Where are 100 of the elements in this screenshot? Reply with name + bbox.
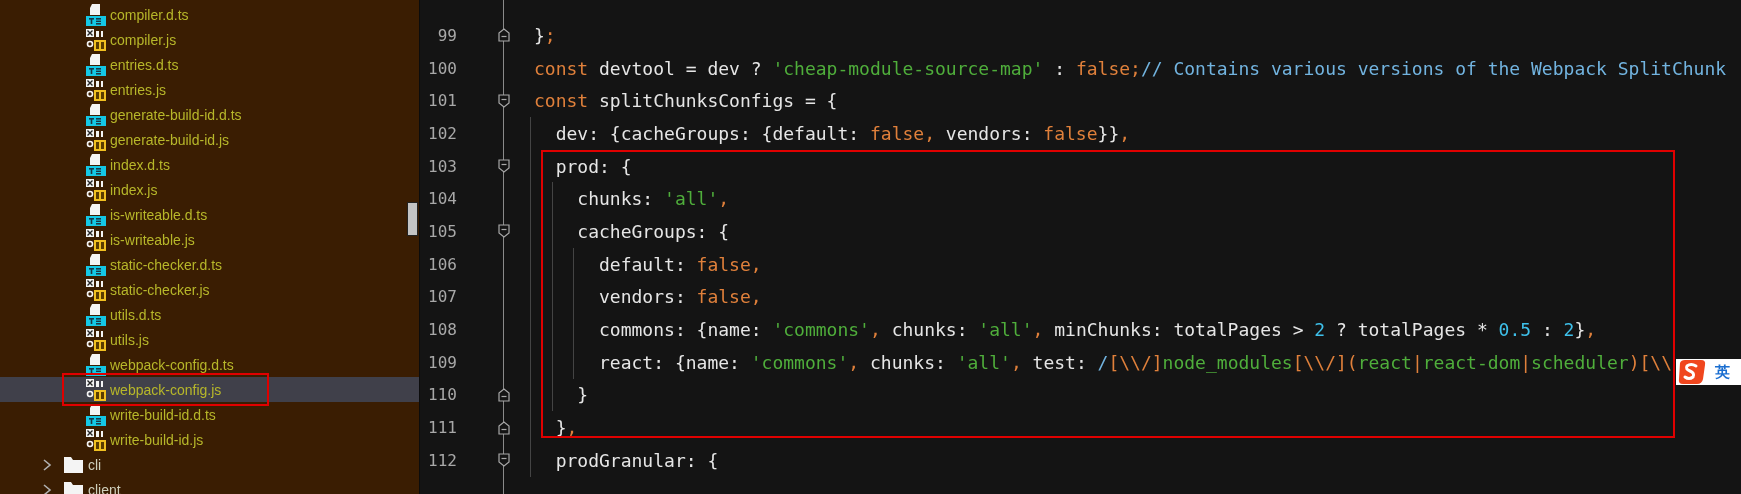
typescript-file-icon [86,102,106,127]
code-line: } [576,384,589,406]
fold-marker-icon[interactable] [497,158,511,175]
file-name: entries.d.ts [110,56,179,73]
folder-icon [64,481,83,494]
line-number: 111 [427,418,457,438]
line-number: 107 [427,287,457,307]
line-number: 102 [427,123,457,143]
typescript-file-icon [86,302,106,327]
code-line: react: {name: 'commons', chunks: 'all', test: /[\\/]node_modules[\\/](react|react-dom|scheduler)[\\ [598,351,1672,373]
fold-marker-icon[interactable] [497,92,511,109]
fold-marker-icon[interactable] [497,419,511,436]
code-line: dev: {cacheGroups: {default: false, vendors: false}}, [554,122,1131,144]
file-name: utils.d.ts [110,306,162,323]
typescript-file-icon [86,252,106,277]
file-item[interactable]: index.d.ts [0,152,419,177]
file-name: webpack-config.js [110,381,222,398]
javascript-file-icon [86,377,106,402]
chevron-right-icon[interactable] [42,457,52,472]
file-item[interactable]: generate-build-id.js [0,127,419,152]
fold-marker-icon[interactable] [497,27,511,44]
line-number: 101 [427,91,457,111]
javascript-file-icon [86,77,106,102]
file-name: entries.js [110,81,167,98]
folder-name: cli [88,456,102,473]
code-line: vendors: false, [598,286,762,308]
javascript-file-icon [86,177,106,202]
file-item[interactable]: entries.js [0,77,419,102]
javascript-file-icon [86,227,106,252]
file-item[interactable]: webpack-config.js [0,377,419,402]
typescript-file-icon [86,52,106,77]
input-method-logo-icon [1677,359,1707,385]
input-mode-label: 英 [1715,362,1730,382]
chevron-right-icon[interactable] [42,482,52,494]
file-name: write-build-id.js [110,431,204,448]
file-item[interactable]: is-writeable.d.ts [0,202,419,227]
line-number: 105 [427,221,457,241]
fold-marker-icon[interactable] [497,386,511,403]
file-name: generate-build-id.js [110,131,230,148]
line-number: 110 [427,385,457,405]
folder-item[interactable]: client [0,477,419,494]
file-item[interactable]: write-build-id.d.ts [0,402,419,427]
code-line: default: false, [598,253,762,275]
file-item[interactable]: generate-build-id.d.ts [0,102,419,127]
scrollbar-thumb[interactable] [407,202,418,236]
file-name: utils.js [110,331,149,348]
file-item[interactable]: webpack-config.d.ts [0,352,419,377]
file-name: webpack-config.d.ts [110,356,234,373]
file-item[interactable]: compiler.js [0,27,419,52]
fold-marker-icon[interactable] [497,223,511,240]
file-name: compiler.js [110,31,177,48]
code-line: prod: { [554,155,632,177]
typescript-file-icon [86,2,106,27]
code-line: prodGranular: { [554,449,719,471]
code-line: }, [554,417,578,439]
file-item[interactable]: write-build-id.js [0,427,419,452]
file-name: generate-build-id.d.ts [110,106,242,123]
file-item[interactable]: index.js [0,177,419,202]
typescript-file-icon [86,202,106,227]
file-name: static-checker.js [110,281,210,298]
input-method-indicator[interactable]: 英 [1676,359,1741,385]
line-number: 99 [436,25,457,45]
javascript-file-icon [86,327,106,352]
folder-item[interactable]: cli [0,452,419,477]
javascript-file-icon [86,427,106,452]
line-number: 108 [427,320,457,340]
file-name: is-writeable.d.ts [110,206,208,223]
file-item[interactable]: static-checker.js [0,277,419,302]
javascript-file-icon [86,127,106,152]
line-number: 106 [427,254,457,274]
file-item[interactable]: utils.d.ts [0,302,419,327]
file-name: is-writeable.js [110,231,195,248]
file-name: index.d.ts [110,156,170,173]
code-line: const splitChunksConfigs = { [534,90,838,112]
typescript-file-icon [86,152,106,177]
file-item[interactable]: compiler.d.ts [0,2,419,27]
file-item[interactable]: is-writeable.js [0,227,419,252]
line-number: 100 [427,58,457,78]
code-line: commons: {name: 'commons', chunks: 'all', minChunks: totalPages > 2 ? totalPages * 0.5 : 2}, [598,319,1597,341]
javascript-file-icon [86,27,106,52]
file-item[interactable]: entries.d.ts [0,52,419,77]
line-number: 112 [427,450,457,470]
file-item[interactable]: static-checker.d.ts [0,252,419,277]
file-name: index.js [110,181,158,198]
code-line: chunks: 'all', [576,188,730,210]
javascript-file-icon [86,277,106,302]
file-name: write-build-id.d.ts [110,406,216,423]
file-name: compiler.d.ts [110,6,189,23]
file-name: static-checker.d.ts [110,256,223,273]
line-number: 103 [427,156,457,176]
code-line: const devtool = dev ? 'cheap-module-source-map' : false;// Contains various versions of the Webpack SplitChunk [534,57,1727,79]
line-number: 109 [427,352,457,372]
code-line: cacheGroups: { [576,220,730,242]
code-line: }; [534,24,556,46]
file-item[interactable]: utils.js [0,327,419,352]
typescript-file-icon [86,352,106,377]
line-number: 104 [427,189,457,209]
fold-marker-icon[interactable] [497,452,511,469]
folder-name: client [88,481,121,494]
folder-icon [64,456,83,473]
